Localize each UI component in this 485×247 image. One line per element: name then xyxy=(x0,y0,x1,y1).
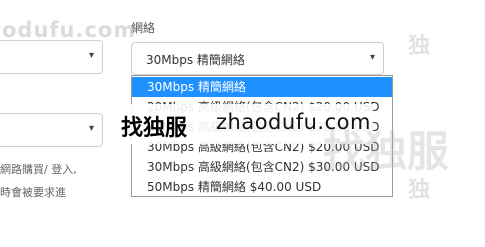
chevron-down-icon: ▾ xyxy=(88,123,94,134)
chevron-down-icon: ▾ xyxy=(88,50,94,61)
watermark-brand-cn: 找独服 xyxy=(121,116,188,141)
network-field-label: 網絡 xyxy=(131,21,156,35)
page: ▾ ▾ 網路購買/ 登入, 時會被要求進 網絡 30Mbps 精簡網絡 ▾ 30… xyxy=(0,0,485,247)
left-note-line-2: 時會被要求進 xyxy=(0,186,66,199)
chevron-down-icon: ▾ xyxy=(369,52,375,63)
network-option[interactable]: 50Mbps 精簡網絡 $40.00 USD xyxy=(132,177,392,196)
left-select-bottom[interactable]: ▾ xyxy=(0,113,103,147)
network-option[interactable]: 30Mbps 高級網絡(包含CN2) $30.00 USD xyxy=(132,157,392,177)
watermark-right-edge: 独 xyxy=(408,34,431,59)
left-note-line-1: 網路購買/ 登入, xyxy=(0,163,77,176)
network-option-selected[interactable]: 30Mbps 精簡網絡 xyxy=(132,77,392,97)
network-select-value: 30Mbps 精簡網絡 xyxy=(146,53,245,67)
left-select-top[interactable]: ▾ xyxy=(0,40,103,74)
watermark-right-edge-bottom: 独 xyxy=(408,178,431,203)
watermark-brand-domain: zhaodufu.com xyxy=(216,110,371,134)
network-select[interactable]: 30Mbps 精簡網絡 ▾ xyxy=(131,42,384,75)
watermark-top-left: odufu.com xyxy=(2,18,137,42)
